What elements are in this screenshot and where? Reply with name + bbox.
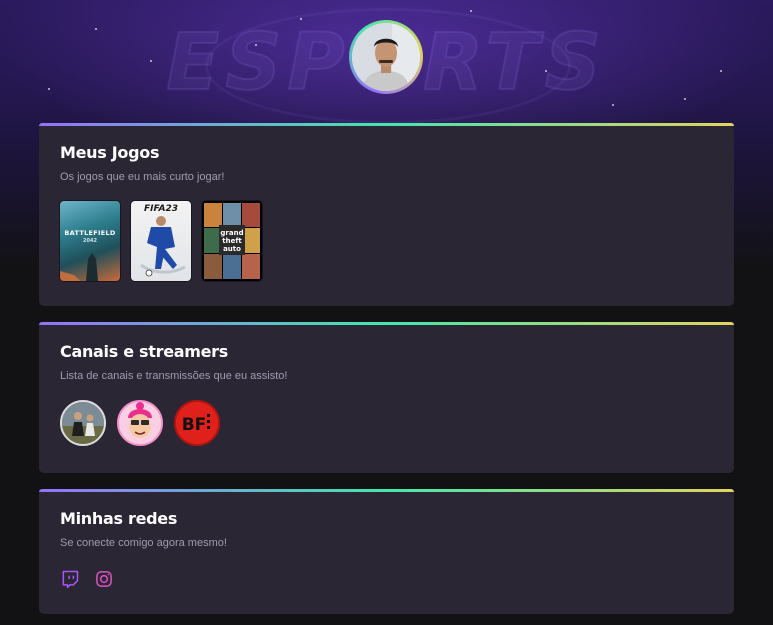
games-subtitle: Os jogos que eu mais curto jogar! (60, 171, 225, 183)
games-list: BATTLEFIELD 2042 FIFA23 grand theft auto (60, 201, 713, 281)
channels-list: BF (60, 400, 713, 446)
games-title: Meus Jogos (60, 143, 160, 162)
channels-subtitle: Lista de canais e transmissões que eu as… (60, 370, 288, 382)
game-cover-gta5[interactable]: grand theft auto (202, 201, 262, 281)
user-avatar-icon (352, 23, 420, 91)
social-title: Minhas redes (60, 509, 178, 528)
svg-text:BF: BF (182, 415, 207, 435)
channel-avatar-cartoon-icon[interactable] (117, 400, 163, 446)
social-subtitle: Se conecte comigo agora mesmo! (60, 537, 227, 549)
social-card: Minhas redes Se conecte comigo agora mes… (39, 489, 734, 614)
instagram-icon[interactable] (94, 569, 114, 589)
game-cover-battlefield[interactable]: BATTLEFIELD 2042 (60, 201, 120, 281)
profile-avatar (349, 20, 423, 94)
game-cover-fifa23[interactable]: FIFA23 (131, 201, 191, 281)
games-card: Meus Jogos Os jogos que eu mais curto jo… (39, 123, 734, 306)
page: ESPORTS Meus Jogos Os jogos que eu (0, 0, 773, 625)
channels-title: Canais e streamers (60, 342, 228, 361)
channel-avatar-bf-logo-icon[interactable]: BF (174, 400, 220, 446)
channel-avatar-photo-icon[interactable] (60, 400, 106, 446)
twitch-icon[interactable] (60, 569, 80, 589)
channels-card: Canais e streamers Lista de canais e tra… (39, 322, 734, 473)
svg-text:auto: auto (223, 245, 241, 253)
social-links (60, 569, 713, 589)
svg-text:theft: theft (222, 237, 242, 245)
svg-text:grand: grand (220, 229, 243, 237)
